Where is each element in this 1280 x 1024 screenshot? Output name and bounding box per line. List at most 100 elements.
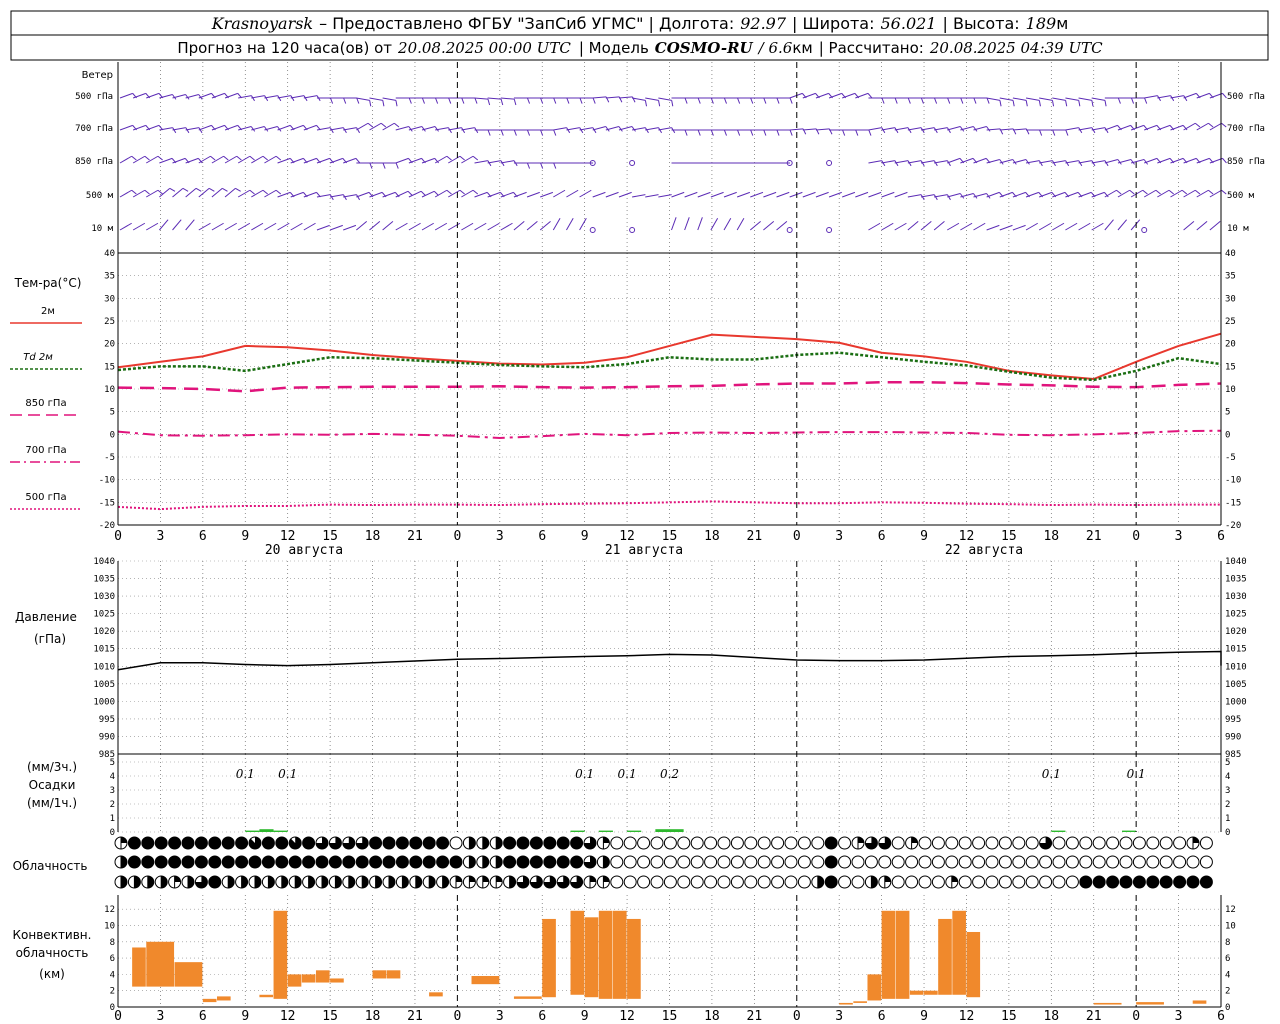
wind-barb (119, 155, 132, 164)
wind-barb (474, 222, 487, 231)
y-tick-label: 0 (1225, 1003, 1230, 1013)
calm-circle (826, 160, 833, 166)
wind-barb-feather (157, 155, 163, 161)
cloud-cover-fill (195, 856, 208, 868)
cloud-cover-fill (295, 876, 302, 888)
cloud-cover-fill (222, 856, 235, 868)
wind-barb-feather (1052, 129, 1056, 136)
wind-barb (1209, 189, 1222, 198)
y-tick-label: 5 (1225, 408, 1230, 418)
wind-barb-feather (526, 129, 531, 136)
wind-barb (552, 218, 561, 231)
wind-barb-feather (1039, 129, 1043, 136)
cloud-cover-symbol (958, 836, 972, 850)
conv-hour-labels: 0 3 6 9 12 15 18 21 0 3 6 9 12 15 18 21 0 3 6 9 12 15 18 21 0 3 6 (114, 1009, 1225, 1024)
wind-barb (907, 194, 922, 198)
wind-barb-feather (763, 129, 767, 136)
cloud-cover-symbol (1119, 855, 1133, 869)
wind-barb (1209, 220, 1221, 231)
wind-barb (645, 194, 659, 198)
wind-barb-feather (329, 97, 334, 104)
cloud-cover-symbol (864, 855, 878, 869)
cloud-cover-symbol (1159, 836, 1173, 850)
cloud-cover-fill (884, 876, 891, 882)
conv-bar (612, 910, 627, 999)
wind-barb (697, 191, 711, 198)
wind-barb-feather (947, 97, 951, 104)
wind-barb (1117, 219, 1128, 231)
cloud-cover-fill (1093, 876, 1106, 888)
temp-panel-title: Тем-ра(°C) (14, 276, 82, 290)
cloud-cover-fill (469, 856, 476, 868)
hour-tick-label: 3 (157, 529, 165, 544)
date-label: 21 августа (605, 543, 683, 558)
hour-tick-label: 12 (280, 1009, 296, 1024)
cloud-cover-fill (557, 856, 570, 868)
y-tick-label: 1 (110, 814, 115, 824)
series-line (117, 332, 1222, 381)
cloud-cover-fill (396, 837, 409, 849)
wind-barb-feather (526, 162, 531, 169)
cloud-cover-fill (222, 837, 235, 849)
cloud-cover-fill (469, 837, 476, 849)
wind-barb (461, 222, 474, 231)
wind-barb (382, 97, 397, 101)
wind-barb-feather (487, 129, 491, 136)
wind-barb-feather (907, 97, 911, 104)
cloud-cover-fill (570, 837, 583, 849)
wind-barb-feather (144, 155, 150, 161)
precip-bar (598, 830, 613, 832)
wind-barb-feather (169, 187, 176, 192)
y-tick-label: 5 (110, 408, 115, 418)
cloud-cover-fill (1193, 837, 1199, 843)
hour-tick-label: 9 (581, 529, 589, 544)
conv-bar (132, 947, 146, 987)
cloud-cover-fill (415, 876, 422, 888)
wind-barb (658, 194, 672, 198)
wind-barb (421, 126, 436, 131)
precip-bar (1051, 830, 1066, 832)
y-tick-label: 990 (99, 732, 115, 742)
cloud-cover-symbol (931, 855, 945, 869)
model-name: COSMO-RU (655, 39, 754, 57)
cloud-cover-fill (825, 837, 838, 849)
wind-barb (330, 127, 344, 131)
wind-barb (1196, 122, 1209, 131)
cloud-cover-symbol (730, 836, 744, 850)
y-tick-label: -15 (1225, 498, 1241, 508)
cloud-cover-symbol (838, 875, 852, 889)
wind-barb (881, 127, 895, 131)
wind-barb (343, 224, 357, 231)
cloud-cover-symbol (730, 875, 744, 889)
wind-barb (1104, 124, 1118, 131)
hour-tick-label: 15 (662, 529, 678, 544)
wind-barb (159, 219, 169, 231)
cloud-cover-fill (817, 876, 824, 888)
wind-barb (1078, 222, 1091, 231)
hour-tick-label: 3 (1175, 1009, 1183, 1024)
cloud-cover-fill (517, 856, 529, 868)
wind-barb-feather (1091, 100, 1094, 107)
forecast-start: 20.08.2025 00:00 UTC (397, 39, 571, 57)
precip-3h-label: 0.1 (236, 767, 255, 781)
cloud-cover-symbol (838, 836, 852, 850)
wind-barb (947, 157, 961, 164)
wind-barb (1157, 189, 1170, 198)
cloud-cover-fill (509, 876, 516, 888)
y-tick-label: 1040 (1225, 557, 1247, 567)
cloud-cover-symbol (744, 875, 758, 889)
cloud-cover-fill (402, 876, 409, 888)
y-tick-label: 1035 (93, 575, 115, 585)
conv-bar (570, 910, 585, 995)
y-tick-label: 1015 (1225, 645, 1247, 655)
wind-barb (487, 222, 500, 231)
cloud-cover-fill (530, 837, 543, 849)
cloud-cover-fill (503, 856, 516, 868)
wind-barb (343, 194, 357, 198)
y-tick-label: -10 (99, 476, 115, 486)
cloud-cover-symbol (1106, 836, 1120, 850)
wind-barb (264, 189, 277, 198)
wind-barb-feather (973, 97, 977, 104)
y-tick-label: 12 (104, 905, 115, 915)
wind-barb (1065, 127, 1079, 131)
